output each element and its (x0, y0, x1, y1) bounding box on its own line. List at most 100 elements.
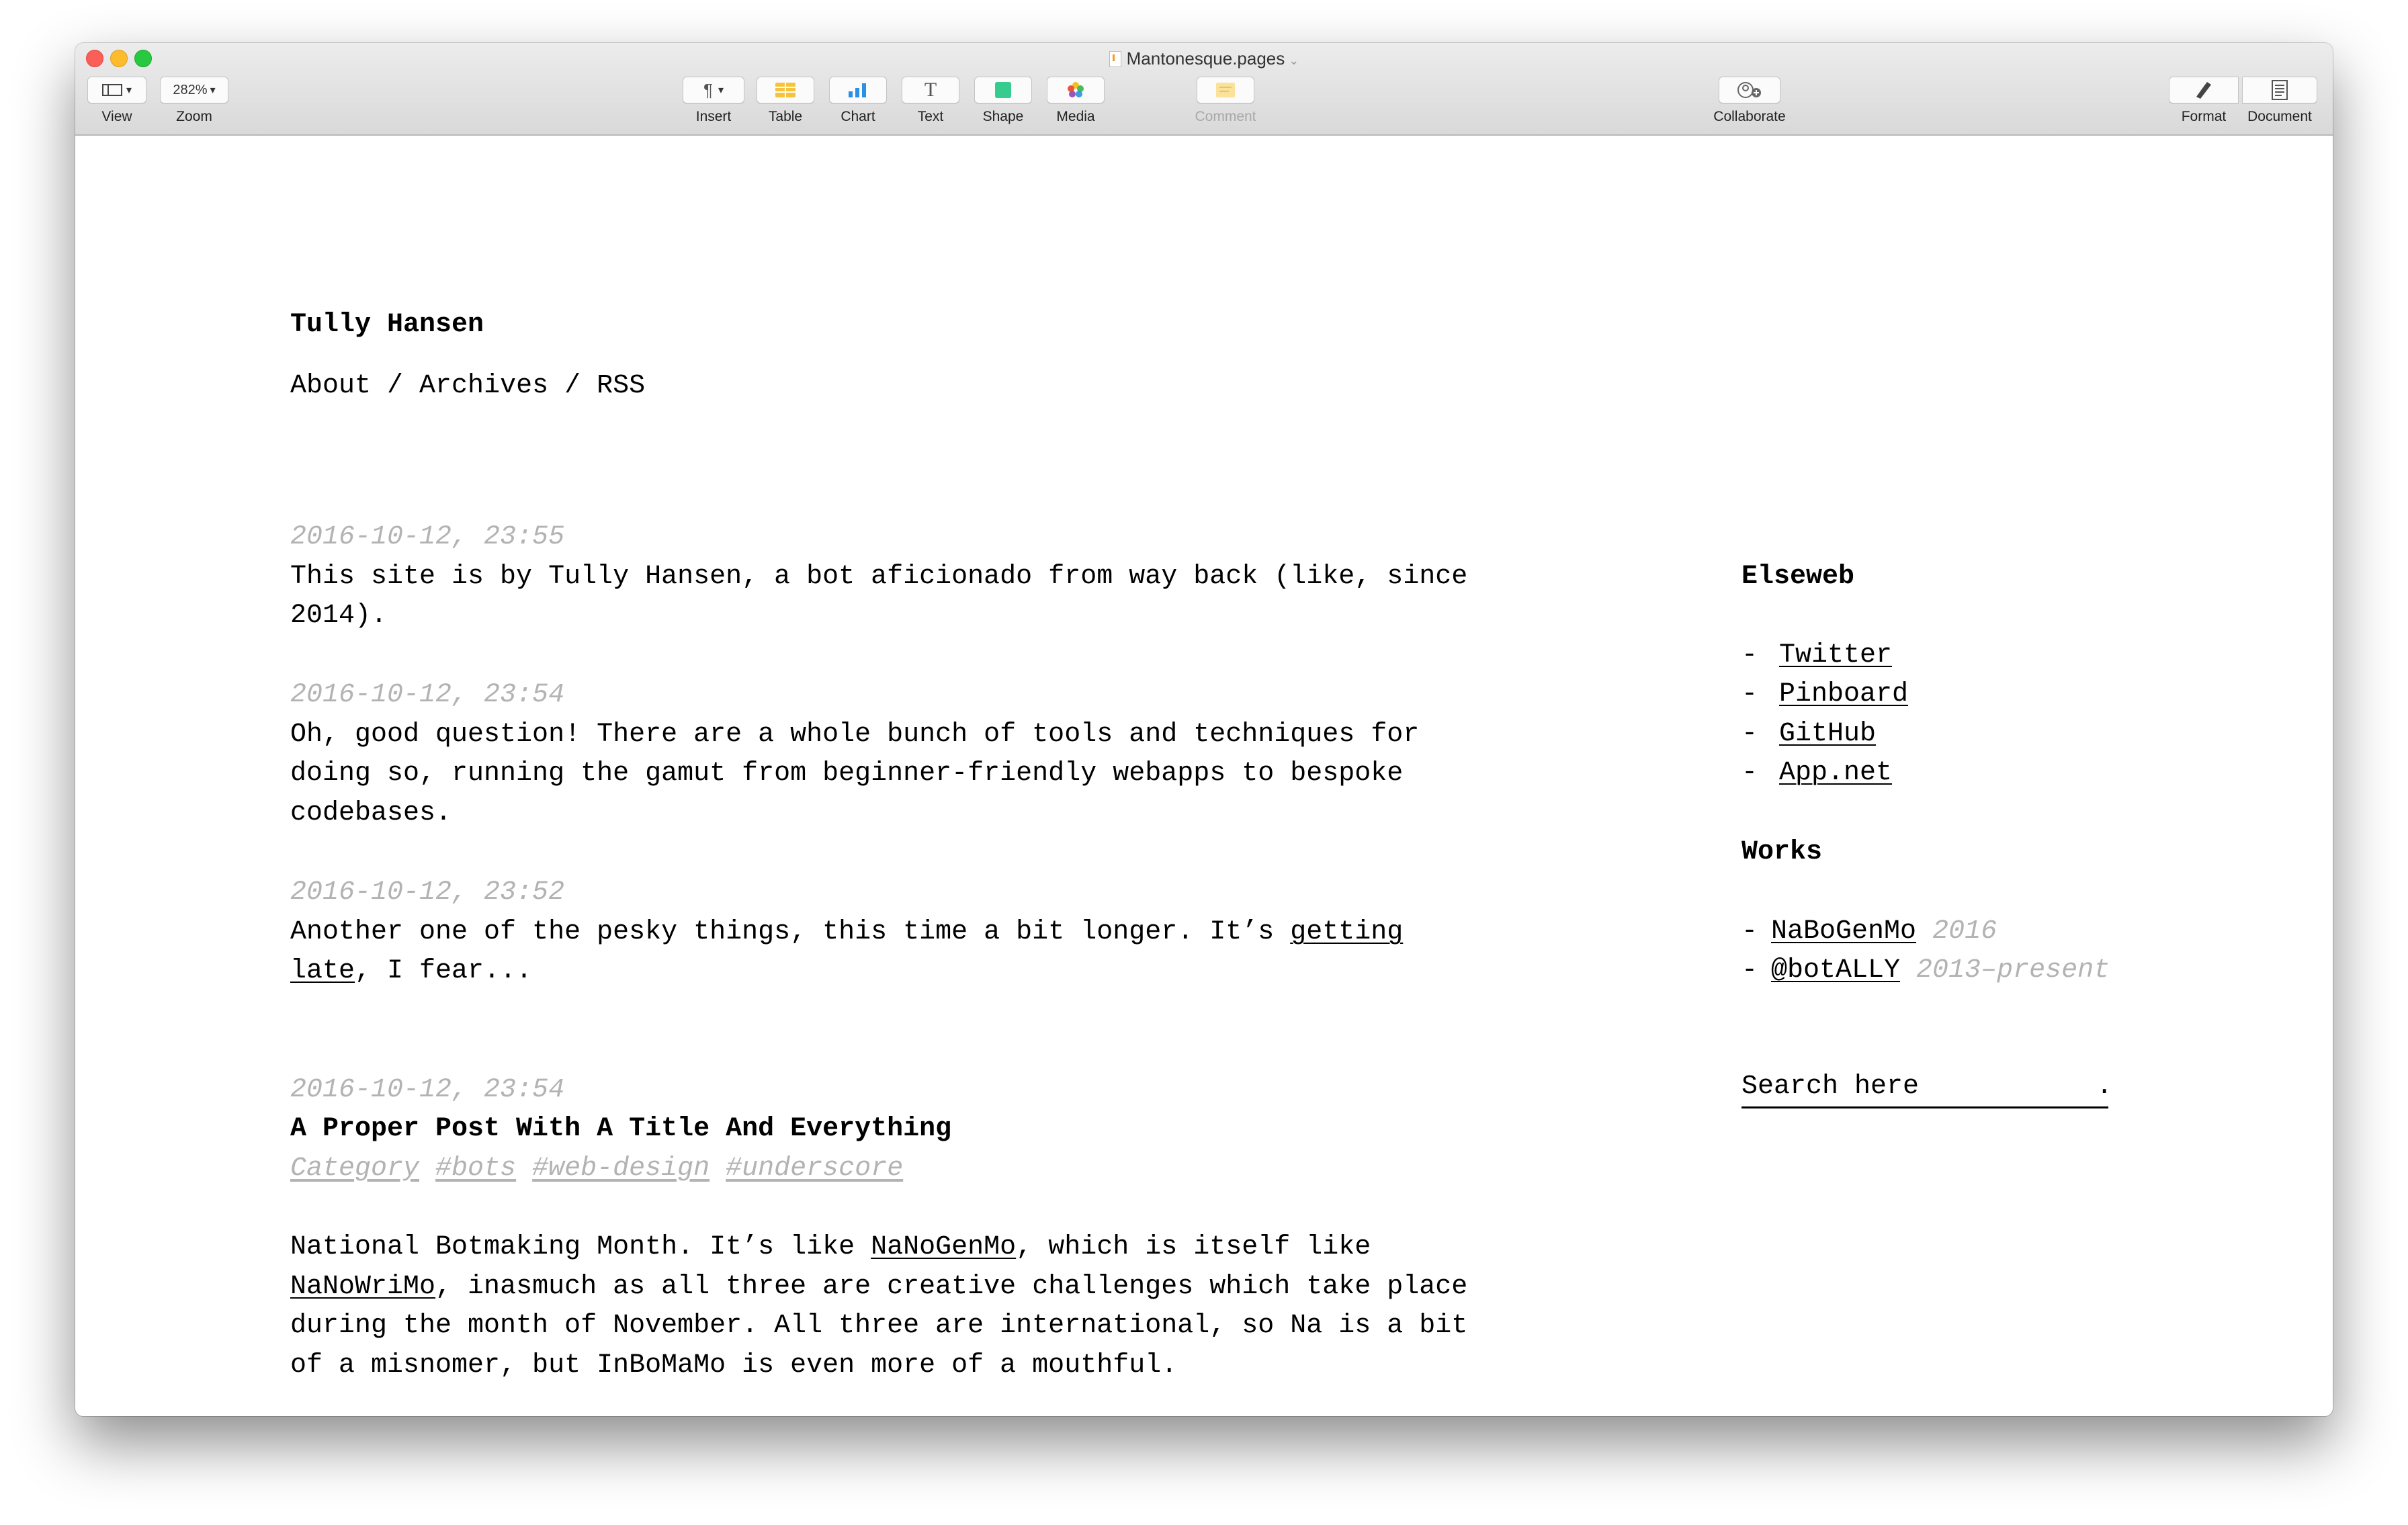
table-control[interactable]: Table (755, 77, 816, 125)
post-text: Another one of the pesky things, this ti… (290, 917, 1291, 947)
tag-category-link[interactable]: Category (290, 1153, 419, 1184)
post-body-line: Oh, good question! There are a whole bun… (290, 720, 1420, 750)
collaborate-icon (1737, 82, 1761, 98)
chart-label: Chart (841, 109, 875, 124)
text-control[interactable]: T Text (900, 77, 961, 125)
post-tags: Category #bots #web-design #underscore (290, 1149, 903, 1188)
shape-label: Shape (982, 109, 1024, 124)
tag-bots-link[interactable]: #bots (435, 1153, 516, 1184)
site-nav: About / Archives / RSS (290, 367, 645, 406)
document-title-text: Mantonesque.pages (1126, 48, 1285, 69)
post-body-line: 2014). (290, 601, 388, 631)
format-icon (2196, 82, 2211, 99)
comment-button (1197, 77, 1254, 103)
post-text: National Botmaking Month. It’s like (290, 1232, 871, 1262)
sidebar-link-item: - GitHub (1742, 715, 1876, 754)
chart-button[interactable] (829, 77, 887, 103)
document-icon (1109, 51, 1121, 67)
document-button[interactable] (2242, 77, 2317, 103)
chevron-down-icon: ⌄ (1289, 54, 1299, 67)
table-icon (775, 83, 796, 97)
nav-rss-link[interactable]: RSS (597, 371, 645, 401)
zoom-value: 282% (173, 82, 208, 97)
post-body-line: late, I fear... (290, 952, 532, 991)
comment-icon (1216, 83, 1235, 97)
insert-label: Insert (695, 109, 732, 124)
toolbar: Mantonesque.pages ⌄ ▾ View 282% ▾ Zoom ¶ … (75, 43, 2333, 136)
document-page[interactable]: Tully Hansen About / Archives / RSS 2016… (75, 136, 2333, 1416)
post-body-line: of a misnomer, but InBoMaMo is even more… (290, 1350, 1178, 1381)
document-control[interactable]: Document (2240, 77, 2319, 125)
document-label: Document (2247, 109, 2312, 124)
post-body-line: National Botmaking Month. It’s like NaNo… (290, 1228, 1371, 1267)
post-timestamp[interactable]: 2016-10-12, 23:55 (290, 518, 564, 557)
media-label: Media (1056, 109, 1095, 124)
comment-label: Comment (1195, 109, 1256, 124)
media-icon (1068, 82, 1084, 97)
tag-web-design-link[interactable]: #web-design (532, 1153, 710, 1184)
site-title: Tully Hansen (290, 310, 484, 340)
github-link[interactable]: GitHub (1779, 719, 1876, 749)
appnet-link[interactable]: App.net (1779, 758, 1892, 788)
list-dash: - (1742, 758, 1758, 788)
collaborate-control[interactable]: Collaborate (1704, 77, 1795, 125)
getting-late-link[interactable]: late (290, 956, 355, 986)
list-dash: - (1742, 955, 1758, 986)
twitter-link[interactable]: Twitter (1779, 640, 1892, 670)
post-text: , which is itself like (1016, 1232, 1371, 1262)
chevron-down-icon: ▾ (718, 85, 724, 96)
format-label: Format (2181, 109, 2227, 124)
nanogenmo-link[interactable]: NaNoGenMo (871, 1232, 1016, 1262)
text-icon: T (924, 79, 937, 101)
nanowrimo-link[interactable]: NaNoWriMo (290, 1272, 435, 1302)
getting-late-link[interactable]: getting (1290, 917, 1403, 947)
shape-control[interactable]: Shape (973, 77, 1033, 125)
list-dash: - (1742, 640, 1758, 670)
view-button[interactable]: ▾ (87, 77, 146, 103)
chart-control[interactable]: Chart (828, 77, 888, 125)
post-timestamp[interactable]: 2016-10-12, 23:54 (290, 1071, 564, 1110)
view-control[interactable]: ▾ View (86, 77, 148, 125)
chart-icon (849, 83, 866, 97)
paragraph-icon: ¶ (703, 79, 713, 100)
post-text: , I fear... (355, 956, 533, 986)
list-dash: - (1742, 679, 1758, 709)
sidebar-link-item: - App.net (1742, 754, 1892, 793)
post-timestamp[interactable]: 2016-10-12, 23:52 (290, 873, 564, 912)
table-label: Table (768, 109, 803, 124)
post-body-line: Another one of the pesky things, this ti… (290, 913, 1403, 952)
document-title[interactable]: Mantonesque.pages ⌄ (75, 48, 2333, 69)
media-button[interactable] (1047, 77, 1105, 103)
search-input[interactable]: Search here . (1742, 1068, 2112, 1108)
tag-underscore-link[interactable]: #underscore (726, 1153, 903, 1184)
nabogenmo-link[interactable]: NaBoGenMo (1771, 916, 1916, 947)
zoom-label: Zoom (176, 109, 212, 124)
list-dash: - (1742, 916, 1758, 947)
nav-separator: / (371, 371, 420, 401)
elseweb-heading: Elseweb (1742, 562, 1855, 592)
text-button[interactable]: T (902, 77, 959, 103)
sidebar-link-item: - Pinboard (1742, 675, 1908, 714)
botally-link[interactable]: @botALLY (1771, 955, 1900, 986)
nav-archives-link[interactable]: Archives (419, 371, 548, 401)
insert-button[interactable]: ¶ ▾ (683, 77, 744, 103)
zoom-select[interactable]: 282% ▾ (160, 77, 228, 103)
post-body-line: NaNoWriMo, inasmuch as all three are cre… (290, 1268, 1467, 1307)
format-button[interactable] (2169, 77, 2239, 103)
table-button[interactable] (757, 77, 814, 103)
nav-about-link[interactable]: About (290, 371, 371, 401)
post-timestamp[interactable]: 2016-10-12, 23:54 (290, 676, 564, 715)
insert-control[interactable]: ¶ ▾ Insert (681, 77, 746, 125)
pages-window: Mantonesque.pages ⌄ ▾ View 282% ▾ Zoom ¶ … (75, 43, 2333, 1416)
post-title[interactable]: A Proper Post With A Title And Everythin… (290, 1110, 951, 1149)
media-control[interactable]: Media (1045, 77, 1106, 125)
comment-control: Comment (1188, 77, 1263, 125)
sidebar-link-item: - Twitter (1742, 636, 1892, 675)
text-label: Text (917, 109, 944, 124)
format-control[interactable]: Format (2169, 77, 2239, 125)
zoom-control[interactable]: 282% ▾ Zoom (159, 77, 230, 125)
shape-button[interactable] (974, 77, 1032, 103)
collaborate-button[interactable] (1719, 77, 1780, 103)
pinboard-link[interactable]: Pinboard (1779, 679, 1908, 709)
post-body-line: during the month of November. All three … (290, 1311, 1468, 1341)
